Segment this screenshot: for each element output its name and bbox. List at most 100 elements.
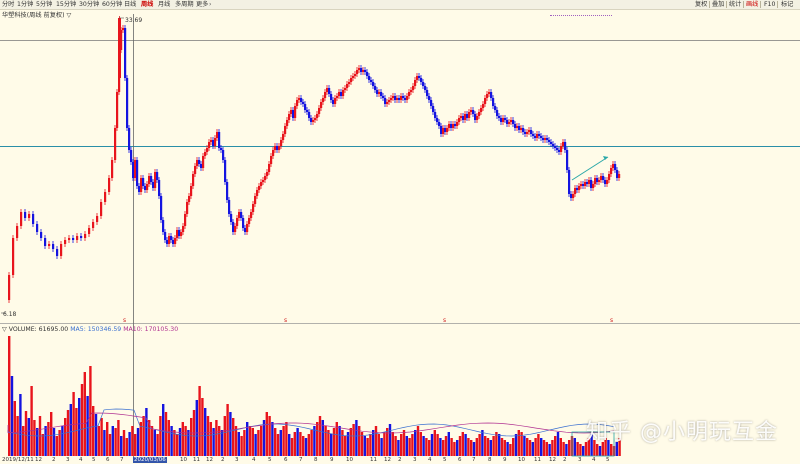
candle-body	[582, 184, 585, 186]
candle-body	[358, 68, 361, 70]
volume-bar	[327, 430, 330, 456]
candle-body	[478, 112, 481, 116]
date-tick-label: 5	[268, 457, 272, 463]
candle-body	[364, 70, 367, 72]
candle-body	[496, 110, 499, 116]
candle-body	[460, 116, 463, 118]
volume-bar	[366, 438, 369, 456]
stock-chart-app: 分时 1分钟 5分钟 15分钟 30分钟 60分钟 日线 周线 月线 多周期 更…	[0, 0, 800, 464]
volume-bar	[176, 434, 179, 456]
date-tick-label: 2	[221, 457, 225, 463]
candle-body	[352, 76, 355, 78]
candle-body	[158, 180, 161, 196]
candle-body	[212, 140, 215, 146]
date-tick-label: 9	[330, 457, 334, 463]
volume-bar	[234, 426, 238, 456]
candle-body	[210, 140, 213, 142]
candle-body	[296, 100, 299, 106]
date-tick-label: 3	[66, 457, 70, 463]
candle-body	[454, 124, 457, 126]
candle-body	[558, 150, 561, 152]
volume-bar	[55, 436, 58, 456]
volume-bar	[83, 372, 86, 456]
volume-bar	[408, 438, 411, 456]
candle-body	[164, 232, 167, 240]
candle-body	[130, 150, 133, 162]
date-tick-label: 6	[106, 457, 110, 463]
candle-body	[114, 128, 117, 160]
candle-body	[586, 182, 589, 184]
candle-body	[218, 132, 221, 148]
candle-body	[324, 92, 327, 98]
candle-body	[254, 196, 257, 204]
candle-body	[178, 230, 181, 236]
candle-body	[500, 118, 503, 122]
candle-body	[310, 118, 313, 122]
volume-bar	[489, 440, 492, 456]
candle-body	[96, 216, 99, 222]
candle-body	[354, 74, 357, 76]
candle-body	[304, 104, 307, 110]
candle-body	[572, 194, 575, 198]
volume-bar	[495, 432, 498, 456]
candle-body	[124, 28, 127, 78]
candle-body	[322, 98, 325, 102]
candle-body	[202, 156, 205, 168]
candle-body	[84, 234, 87, 238]
volume-bar	[206, 416, 210, 456]
candle-body	[510, 120, 513, 122]
s-marker: s	[443, 317, 446, 324]
volume-bar	[542, 440, 546, 456]
volume-bar	[271, 422, 274, 456]
candle-body	[162, 220, 165, 232]
candle-body	[312, 120, 315, 122]
candle-body	[220, 148, 223, 150]
candle-body	[236, 218, 239, 226]
ma10-value: MA10: 170105.30	[123, 326, 179, 333]
volume-bar	[122, 430, 126, 456]
candle-body	[402, 96, 405, 98]
volume-bar	[447, 432, 450, 456]
volume-bar	[75, 408, 78, 456]
date-tick-label: 2019/12/11	[2, 457, 34, 463]
volume-bar	[400, 434, 403, 456]
volume-bar	[125, 438, 128, 456]
date-tick-label: 2020/03/06	[133, 457, 167, 463]
candle-body	[80, 236, 83, 238]
watermark: 知乎 @小明玩互金	[586, 420, 778, 445]
candle-body	[440, 126, 443, 134]
volume-bar	[444, 436, 448, 456]
candle-body	[530, 130, 533, 134]
candle-body	[600, 176, 603, 180]
volume-bar	[64, 418, 67, 456]
date-tick-label: 5	[606, 457, 610, 463]
candle-body	[214, 138, 217, 146]
volume-bar	[103, 430, 106, 456]
candle-body	[56, 249, 59, 256]
candle-body	[504, 118, 507, 120]
candle-body	[12, 238, 15, 275]
volume-bar	[472, 442, 476, 456]
candle-body	[126, 78, 129, 128]
candle-body	[330, 94, 333, 100]
volume-bar	[30, 386, 33, 456]
volume-bar	[232, 418, 235, 456]
volume-bar	[562, 442, 565, 456]
candle-body	[436, 118, 439, 122]
candle-body	[408, 92, 411, 96]
volume-series	[7, 336, 621, 457]
volume-bar	[190, 418, 193, 456]
candle-body	[270, 156, 273, 164]
candle-body	[616, 170, 619, 178]
candle-body	[540, 136, 543, 138]
kline-chart[interactable]: ssss	[0, 0, 800, 457]
candle-body	[338, 92, 341, 96]
candle-body	[434, 112, 437, 118]
candle-body	[594, 178, 597, 184]
candle-body	[250, 212, 253, 218]
candle-body	[68, 238, 71, 240]
candle-body	[366, 72, 369, 76]
candle-body	[430, 100, 433, 106]
volume-bar	[19, 394, 22, 456]
volume-bar	[114, 428, 117, 456]
